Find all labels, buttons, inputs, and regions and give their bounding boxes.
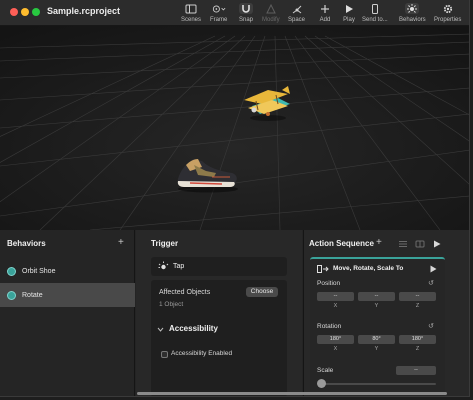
close-window-button[interactable] [10,8,18,16]
reset-position-icon[interactable]: ↺ [428,279,434,287]
trigger-type-label: Tap [173,263,185,270]
behaviors-icon [405,3,420,14]
transform-action-icon [317,265,329,273]
toolbar-modify-button[interactable]: Modify [262,3,280,23]
add-behavior-button[interactable]: + [118,238,124,248]
toolbar-frame-label: Frame [210,17,228,23]
trigger-title: Trigger [151,239,179,248]
position-y-field[interactable]: -- [358,292,395,301]
toolbar-space-button[interactable]: Space [288,3,305,23]
behavior-item-label: Orbit Shoe [22,267,56,275]
rotation-x-axis-label: X [333,346,338,352]
horizontal-scrollbar[interactable] [137,392,447,395]
chevron-down-icon [157,327,164,332]
play-icon [342,3,356,14]
space-icon [290,3,304,14]
accessibility-enabled-checkbox[interactable] [161,351,168,358]
toolbar-snap-button[interactable]: Snap [239,3,253,23]
plus-icon [318,3,332,14]
trigger-panel: Trigger Tap Affected Objects Choose 1 Ob… [136,230,302,396]
toolbar-send-to-label: Send to... [362,17,388,23]
rotation-y-field[interactable]: 80° [358,335,395,344]
accessibility-section-toggle[interactable]: Accessibility [157,324,281,336]
play-sequence-icon[interactable] [433,240,441,248]
app-window: Sample.rcproject Scenes Frame Snap Modif… [0,0,470,397]
position-z-field[interactable]: -- [399,292,436,301]
position-z-axis-label: Z [415,303,420,309]
toolbar-play-label: Play [343,17,355,23]
toolbar-play-button[interactable]: Play [342,3,356,23]
toolbar-modify-label: Modify [262,17,280,23]
add-action-button[interactable]: + [376,238,382,248]
behaviors-panel: Behaviors + Orbit Shoe Rotate [0,230,135,396]
accessibility-enabled-label: Accessibility Enabled [171,350,233,357]
rotation-label: Rotation [317,323,342,330]
rotation-y-axis-label: Y [374,346,379,352]
zoom-window-button[interactable] [32,8,40,16]
behaviors-title: Behaviors [7,239,46,248]
duplicate-icon[interactable] [415,240,425,248]
affected-objects-count: 1 Object [159,301,184,308]
behavior-item-orbit-shoe[interactable]: Orbit Shoe [0,259,135,283]
scene-viewport[interactable] [0,26,469,230]
toolbar-behaviors-button[interactable]: Behaviors [399,3,426,23]
behavior-indicator-icon [7,290,16,300]
gear-icon [441,3,455,14]
rotation-z-axis-label: Z [415,346,420,352]
toolbar-space-label: Space [288,17,306,23]
affected-objects-label: Affected Objects [159,289,211,296]
viewport-grid [0,26,469,230]
scale-field[interactable]: -- [396,366,436,375]
toolbar-properties-button[interactable]: Properties [434,3,461,23]
toolbar-send-to-button[interactable]: Send to... [362,3,388,23]
toolbar-behaviors-label: Behaviors [399,17,426,23]
action-sequence-title: Action Sequence [309,239,374,248]
rotation-x-field[interactable]: 180° [317,335,354,344]
toolbar-snap-label: Snap [239,17,254,23]
scale-slider-thumb[interactable] [317,379,326,388]
sneaker-model[interactable] [172,153,242,193]
play-action-icon[interactable] [430,265,437,273]
toolbar-properties-label: Properties [434,17,462,23]
behavior-indicator-icon [7,266,16,276]
action-step-card: Move, Rotate, Scale To Position ↺ -- -- … [310,257,445,396]
window-title: Sample.rcproject [47,6,121,16]
position-x-axis-label: X [333,303,338,309]
behavior-item-rotate[interactable]: Rotate [0,283,135,307]
rotation-z-field[interactable]: 180° [399,335,436,344]
accessibility-section-title: Accessibility [169,324,218,333]
position-label: Position [317,280,341,287]
choose-objects-button[interactable]: Choose [246,287,278,297]
biplane-model[interactable] [238,84,296,124]
toolbar-scenes-label: Scenes [181,17,202,23]
scenes-icon [184,3,198,14]
tap-gesture-icon [158,261,169,270]
toolbar-add-button[interactable]: Add [318,3,332,23]
trigger-settings-card: Affected Objects Choose 1 Object Accessi… [151,280,287,396]
scale-slider-track[interactable] [320,383,436,385]
toolbar-scenes-button[interactable]: Scenes [181,3,201,23]
list-view-icon[interactable] [398,240,408,248]
behavior-item-label: Rotate [22,291,43,299]
toolbar-frame-button[interactable]: Frame [210,3,227,23]
minimize-window-button[interactable] [21,8,29,16]
scale-label: Scale [317,367,334,374]
position-y-axis-label: Y [374,303,379,309]
trigger-type-card[interactable]: Tap [151,257,287,276]
magnet-icon [239,3,253,14]
position-x-field[interactable]: -- [317,292,354,301]
frame-icon [212,3,226,14]
send-to-device-icon [368,3,382,14]
toolbar-add-label: Add [319,17,331,23]
modify-icon [264,3,278,14]
reset-rotation-icon[interactable]: ↺ [428,322,434,330]
toolbar: Sample.rcproject Scenes Frame Snap Modif… [0,0,469,26]
action-step-title: Move, Rotate, Scale To [333,265,404,272]
action-sequence-panel: Action Sequence + Move, Rotate, Scale To… [303,230,469,396]
